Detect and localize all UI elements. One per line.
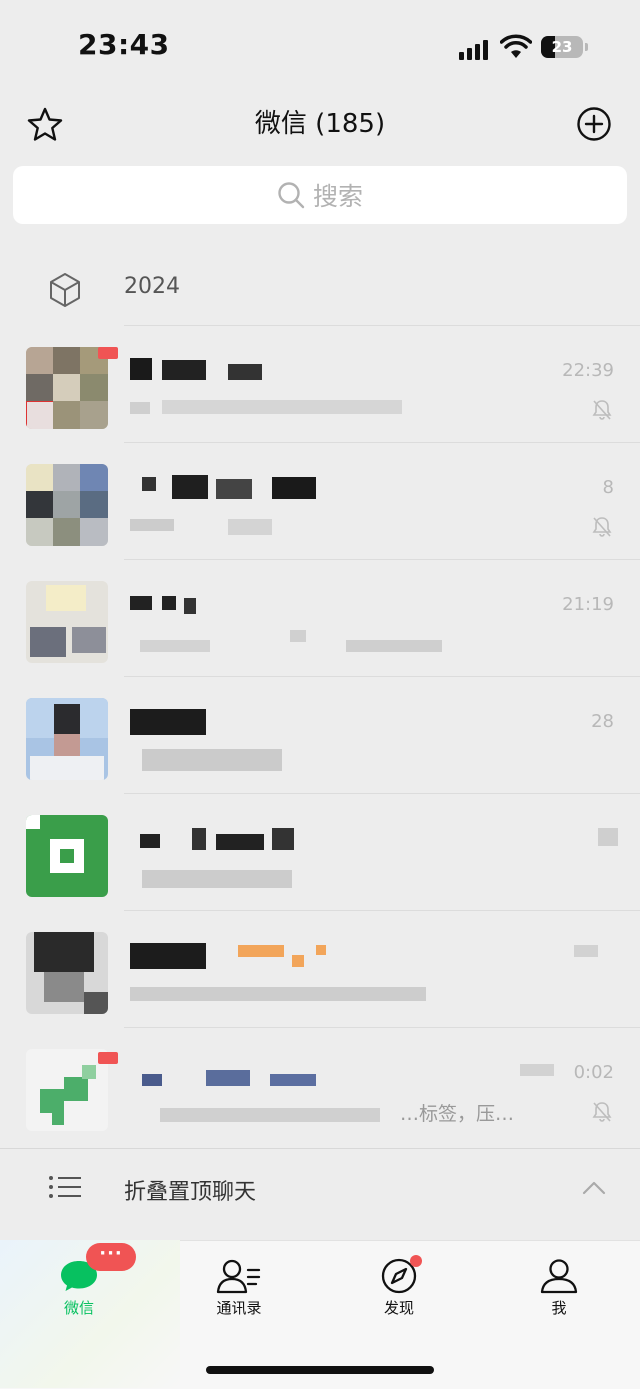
chat-row[interactable]: …标签，压… 0:02: [0, 1028, 640, 1145]
tab-discover[interactable]: 发现: [354, 1258, 444, 1318]
home-indicator[interactable]: [206, 1366, 434, 1374]
list-icon: [49, 1176, 81, 1198]
battery-level: 23: [551, 38, 573, 56]
wifi-icon: [500, 34, 532, 58]
avatar: [26, 698, 108, 780]
unread-badge: [98, 1052, 118, 1064]
person-icon: [540, 1259, 578, 1294]
battery-icon: 23: [541, 36, 583, 58]
chat-time: 21:19: [562, 594, 614, 615]
avatar: [26, 1049, 108, 1131]
chat-row[interactable]: 28: [0, 677, 640, 794]
avatar: [26, 932, 108, 1014]
mute-bell-icon: [592, 400, 612, 420]
contacts-icon: [216, 1259, 261, 1294]
tab-badge: ···: [86, 1243, 136, 1271]
unread-badge: [98, 347, 118, 359]
status-bar: 23:43 23: [0, 0, 640, 92]
chat-row[interactable]: [0, 794, 640, 911]
tab-contacts[interactable]: 通讯录: [194, 1258, 284, 1318]
plus-circle-icon[interactable]: [576, 106, 612, 142]
tab-me[interactable]: 我: [514, 1258, 604, 1318]
cube-icon: [50, 273, 80, 307]
chat-row[interactable]: 22:39: [0, 326, 640, 443]
folder-label: 2024: [124, 274, 180, 299]
chat-row[interactable]: [0, 911, 640, 1028]
chat-time: 8: [602, 477, 614, 498]
avatar: [26, 581, 108, 663]
search-icon: [278, 182, 305, 209]
discover-dot-badge: [410, 1255, 422, 1267]
search-bar[interactable]: 搜索: [13, 166, 627, 224]
chat-time: 28: [591, 711, 614, 732]
cellular-signal-icon: [459, 38, 493, 60]
chat-time: 0:02: [573, 1062, 614, 1083]
folder-row[interactable]: 2024: [0, 252, 640, 326]
collapse-pinned-bar[interactable]: 折叠置顶聊天: [0, 1148, 640, 1227]
tab-me-label: 我: [551, 1299, 567, 1317]
tab-discover-label: 发现: [383, 1299, 414, 1317]
chat-row[interactable]: 21:19: [0, 560, 640, 677]
collapse-pinned-label: 折叠置顶聊天: [124, 1180, 257, 1205]
tab-contacts-label: 通讯录: [216, 1299, 262, 1317]
avatar: [26, 464, 108, 546]
tab-chats-label: 微信: [63, 1299, 94, 1317]
mute-bell-icon: [592, 517, 612, 537]
avatar: [26, 815, 108, 897]
chat-time: 22:39: [562, 360, 614, 381]
status-time: 23:43: [78, 28, 170, 61]
mute-bell-icon: [592, 1102, 612, 1122]
search-placeholder: 搜索: [312, 182, 363, 211]
page-title: 微信 (185): [254, 109, 386, 139]
chevron-up-icon[interactable]: [582, 1179, 606, 1195]
avatar: [26, 347, 108, 429]
chat-row[interactable]: 8: [0, 443, 640, 560]
chat-preview: …标签，压…: [400, 1103, 515, 1125]
